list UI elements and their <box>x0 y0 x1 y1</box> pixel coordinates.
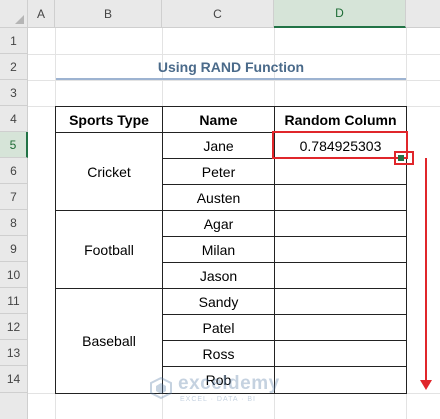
sport-cell-baseball[interactable]: Baseball <box>56 289 163 393</box>
name-cell[interactable]: Milan <box>163 237 275 263</box>
random-cell[interactable] <box>275 263 406 289</box>
drag-arrow-head-icon <box>420 380 432 390</box>
drag-arrow-line <box>425 158 427 380</box>
row-header-12[interactable]: 12 <box>0 314 28 340</box>
column-header-a[interactable]: A <box>28 0 55 28</box>
watermark: exceldemy EXCEL · DATA · BI <box>150 373 300 407</box>
header-random-column[interactable]: Random Column <box>275 107 406 133</box>
selected-cell-outline <box>272 131 408 159</box>
exceldemy-logo-icon <box>150 377 172 399</box>
name-cell[interactable]: Ross <box>163 341 275 367</box>
header-name[interactable]: Name <box>163 107 275 133</box>
row-header-2[interactable]: 2 <box>0 54 28 80</box>
row-header-7[interactable]: 7 <box>0 184 28 210</box>
name-cell[interactable]: Agar <box>163 211 275 237</box>
header-sports-type[interactable]: Sports Type <box>56 107 163 133</box>
row-header-14[interactable]: 14 <box>0 366 28 393</box>
name-cell[interactable]: Peter <box>163 159 275 185</box>
sport-cell-football[interactable]: Football <box>56 211 163 289</box>
row-header-13[interactable]: 13 <box>0 340 28 366</box>
random-cell[interactable] <box>275 341 406 367</box>
name-cell[interactable]: Jane <box>163 133 275 159</box>
random-cell[interactable] <box>275 211 406 237</box>
row-header-1[interactable]: 1 <box>0 28 28 54</box>
row-header-10[interactable]: 10 <box>0 262 28 288</box>
gridline <box>28 80 440 81</box>
row-header-9[interactable]: 9 <box>0 236 28 262</box>
name-cell[interactable]: Jason <box>163 263 275 289</box>
row-header-11[interactable]: 11 <box>0 288 28 314</box>
watermark-brand: exceldemy <box>178 373 280 394</box>
random-cell[interactable] <box>275 289 406 315</box>
name-cell[interactable]: Austen <box>163 185 275 211</box>
random-cell[interactable] <box>275 237 406 263</box>
column-header-e[interactable] <box>406 0 440 28</box>
row-header-8[interactable]: 8 <box>0 210 28 236</box>
sport-cell-cricket[interactable]: Cricket <box>56 133 163 211</box>
column-header-b[interactable]: B <box>55 0 162 28</box>
sheet-title[interactable]: Using RAND Function <box>56 56 406 80</box>
watermark-tagline: EXCEL · DATA · BI <box>180 396 256 403</box>
row-header-15[interactable] <box>0 393 28 419</box>
row-header-6[interactable]: 6 <box>0 158 28 184</box>
row-header-5[interactable]: 5 <box>0 132 28 158</box>
random-cell[interactable] <box>275 159 406 185</box>
gridline <box>28 54 440 55</box>
column-header-d[interactable]: D <box>274 0 406 28</box>
random-cell[interactable] <box>275 315 406 341</box>
random-cell[interactable] <box>275 185 406 211</box>
row-header-3[interactable]: 3 <box>0 80 28 106</box>
column-header-c[interactable]: C <box>162 0 274 28</box>
row-header-4[interactable]: 4 <box>0 106 28 132</box>
select-all-corner[interactable] <box>0 0 28 28</box>
name-cell[interactable]: Sandy <box>163 289 275 315</box>
name-cell[interactable]: Patel <box>163 315 275 341</box>
fill-handle[interactable] <box>394 151 414 165</box>
